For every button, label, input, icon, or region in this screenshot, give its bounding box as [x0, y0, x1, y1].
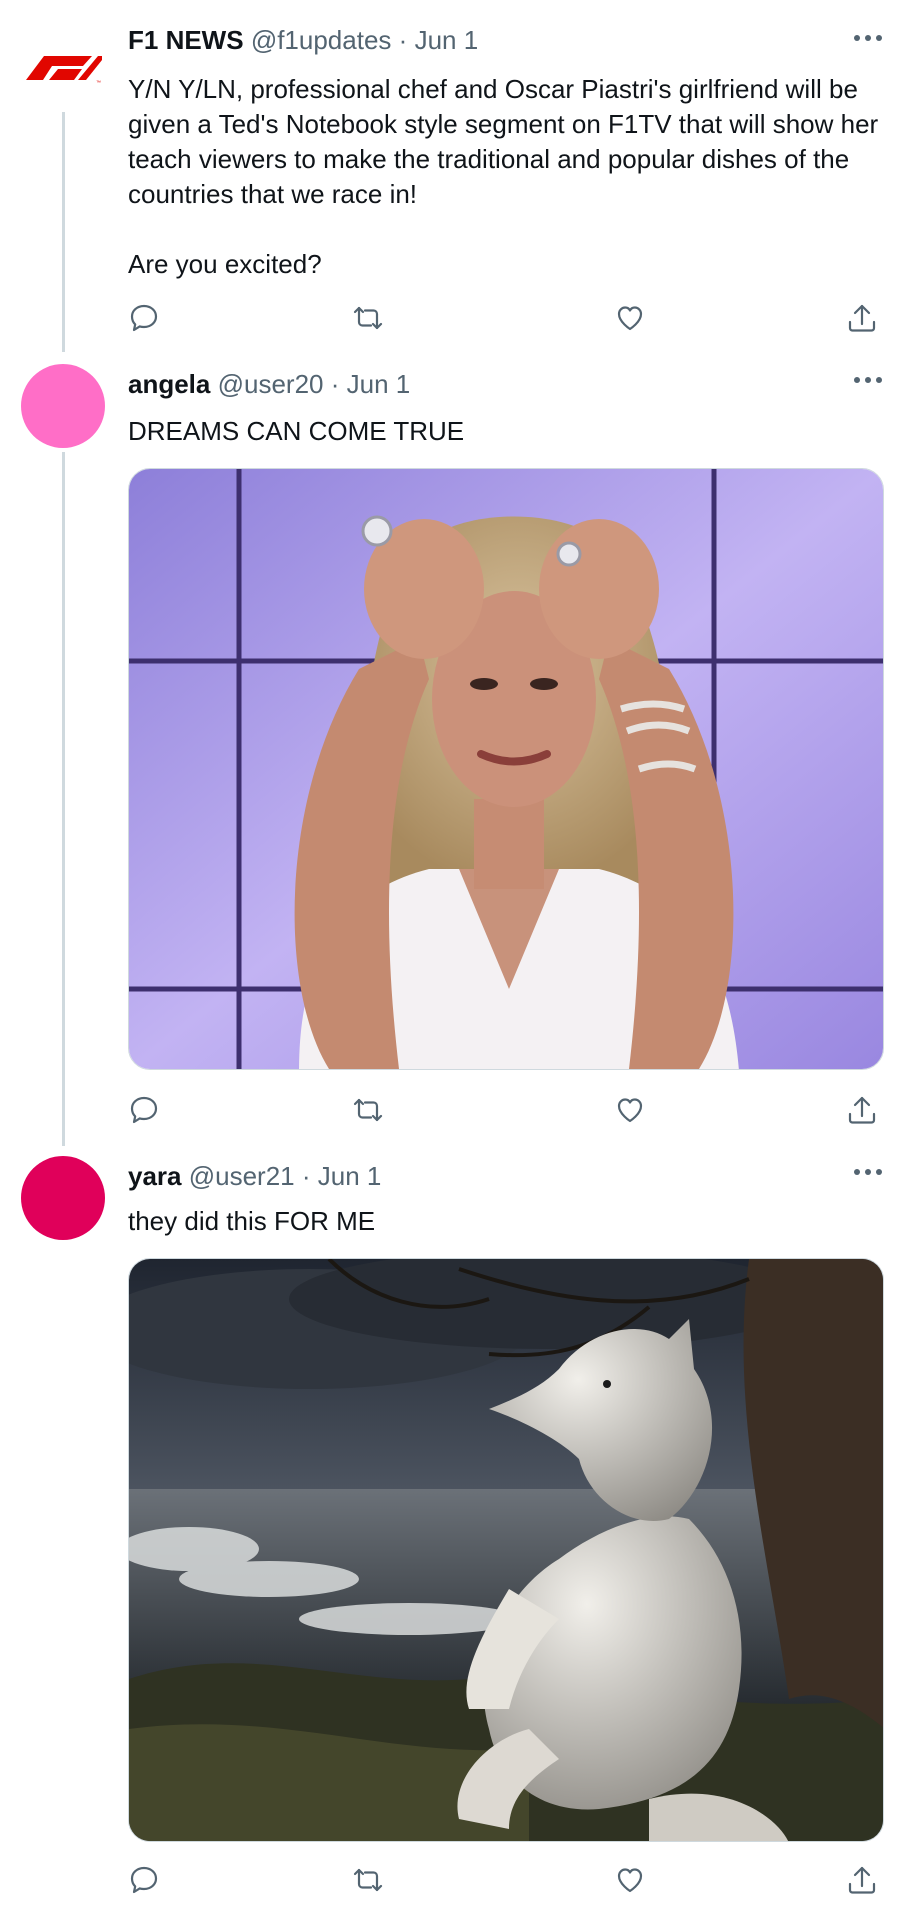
separator: ·	[301, 1161, 311, 1191]
share-icon	[848, 1096, 876, 1124]
like-button[interactable]	[614, 1094, 650, 1130]
tweet-header: yara @user21 · Jun 1	[128, 1160, 381, 1192]
share-button[interactable]	[846, 302, 882, 338]
tweet-header: angela @user20 · Jun 1	[128, 368, 410, 400]
avatar[interactable]	[21, 1156, 105, 1240]
author-handle[interactable]: @user21	[189, 1161, 295, 1191]
tweet-text-line: Are you excited?	[128, 249, 322, 279]
retweet-icon	[353, 1868, 383, 1892]
tweet-media-image[interactable]	[128, 1258, 884, 1842]
author-name[interactable]: yara	[128, 1161, 182, 1191]
share-icon	[848, 304, 876, 332]
tweet-media-image[interactable]	[128, 468, 884, 1070]
like-icon	[617, 306, 643, 331]
author-handle[interactable]: @f1updates	[251, 25, 392, 55]
tweet-date[interactable]: Jun 1	[415, 25, 479, 55]
tweet-thread: ™ F1 NEWS @f1updates · Jun 1 Y/N Y/LN, p…	[0, 0, 904, 1920]
like-icon	[617, 1098, 643, 1123]
retweet-button[interactable]	[352, 302, 388, 338]
separator: ·	[330, 369, 340, 399]
woman-photo	[129, 469, 883, 1069]
separator: ·	[398, 25, 408, 55]
tweet-text: they did this FOR ME	[128, 1204, 888, 1239]
reply-button[interactable]	[128, 302, 164, 338]
tweet-actions	[128, 302, 884, 338]
tweet-text-line: Y/N Y/LN, professional chef and Oscar Pi…	[128, 74, 879, 209]
tweet-actions	[128, 1864, 884, 1900]
more-icon[interactable]	[852, 374, 884, 386]
tweet-actions	[128, 1094, 884, 1130]
author-handle[interactable]: @user20	[218, 369, 324, 399]
tweet-text-line: they did this FOR ME	[128, 1206, 376, 1236]
retweet-icon	[353, 306, 383, 330]
author-name[interactable]: angela	[128, 369, 210, 399]
tweet-date[interactable]: Jun 1	[318, 1161, 382, 1191]
reply-icon	[130, 1096, 158, 1124]
share-icon	[848, 1866, 876, 1894]
avatar[interactable]	[21, 364, 105, 448]
f1-logo-avatar[interactable]: ™	[22, 46, 104, 86]
reply-button[interactable]	[128, 1864, 164, 1900]
author-name[interactable]: F1 NEWS	[128, 25, 244, 55]
reply-button[interactable]	[128, 1094, 164, 1130]
retweet-button[interactable]	[352, 1864, 388, 1900]
tweet-text-line: DREAMS CAN COME TRUE	[128, 416, 465, 446]
more-icon[interactable]	[852, 32, 884, 44]
tweet-text: Y/N Y/LN, professional chef and Oscar Pi…	[128, 72, 888, 282]
retweet-icon	[353, 1098, 383, 1122]
more-icon[interactable]	[852, 1166, 884, 1178]
tweet-header: F1 NEWS @f1updates · Jun 1	[128, 24, 478, 56]
like-button[interactable]	[614, 1864, 650, 1900]
thread-connector	[62, 452, 65, 1146]
reply-icon	[130, 304, 158, 332]
wolf-illustration	[129, 1259, 883, 1841]
share-button[interactable]	[846, 1864, 882, 1900]
like-icon	[617, 1868, 643, 1893]
share-button[interactable]	[846, 1094, 882, 1130]
tweet-date[interactable]: Jun 1	[347, 369, 411, 399]
reply-icon	[130, 1866, 158, 1894]
tweet-text: DREAMS CAN COME TRUE	[128, 414, 888, 449]
retweet-button[interactable]	[352, 1094, 388, 1130]
svg-text:™: ™	[96, 80, 101, 86]
like-button[interactable]	[614, 302, 650, 338]
thread-connector	[62, 112, 65, 352]
